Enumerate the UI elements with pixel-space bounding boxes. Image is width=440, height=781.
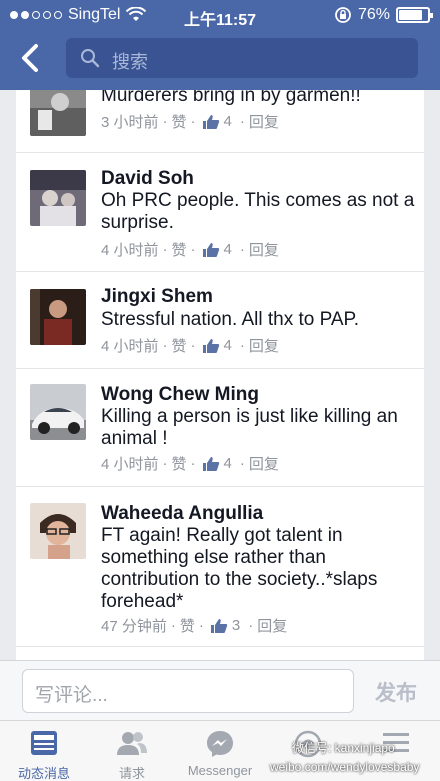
nav-bar: 搜索 bbox=[0, 30, 440, 90]
commenter-name[interactable]: Waheeda Angullia bbox=[101, 503, 263, 525]
comment-item: Wong Chew Ming Killing a person is just … bbox=[16, 369, 424, 487]
messenger-icon bbox=[207, 731, 233, 757]
comment-time: 4 小时前 bbox=[101, 338, 159, 355]
comment-time: 47 分钟前 bbox=[101, 618, 167, 635]
like-count: 3 bbox=[231, 617, 241, 634]
reply-button[interactable]: 回复 bbox=[257, 615, 287, 636]
header: SingTel 上午11:57 76% 搜索 bbox=[0, 0, 440, 90]
reply-button[interactable]: 回复 bbox=[249, 239, 279, 260]
tab-label: Messenger bbox=[187, 763, 253, 778]
comment-text: FT again! Really got talent in something… bbox=[101, 525, 378, 612]
comment-meta: 4 小时前 · 赞 · 4 · 回复 bbox=[101, 453, 279, 474]
search-icon bbox=[81, 49, 100, 68]
reply-button[interactable]: 回复 bbox=[249, 111, 279, 132]
commenter-name[interactable]: David Soh bbox=[101, 168, 194, 190]
tab-label: 动态消息 bbox=[17, 766, 70, 781]
thumbs-up-icon bbox=[202, 338, 219, 353]
news-feed-icon bbox=[31, 731, 57, 755]
like-button[interactable]: 赞 bbox=[172, 453, 187, 474]
post-button[interactable]: 发布 bbox=[375, 677, 417, 707]
comment-text: Stressful nation. All thx to PAP. bbox=[101, 309, 360, 330]
commenter-name[interactable]: Wong Chew Ming bbox=[101, 384, 259, 406]
comment-text: Killing a person is just like killing an… bbox=[101, 406, 398, 449]
comment-meta: 4 小时前 · 赞 · 4 · 回复 bbox=[101, 335, 279, 356]
avatar[interactable] bbox=[30, 90, 86, 136]
comment-item: Murderers bring in by garmen!! 3 小时前 · 赞… bbox=[16, 90, 424, 153]
avatar[interactable] bbox=[30, 503, 86, 559]
tab-label: 请求 bbox=[118, 766, 145, 781]
commenter-name[interactable]: Jingxi Shem bbox=[101, 286, 213, 308]
comment-meta: 3 小时前 · 赞 · 4 · 回复 bbox=[101, 111, 279, 132]
comment-text: Oh PRC people. This comes as not a surpr… bbox=[101, 190, 415, 233]
chevron-left-icon bbox=[22, 44, 38, 72]
comment-item: David Soh Oh PRC people. This comes as n… bbox=[16, 153, 424, 272]
avatar[interactable] bbox=[30, 289, 86, 345]
avatar[interactable] bbox=[30, 384, 86, 440]
like-count: 4 bbox=[223, 337, 232, 354]
comment-item: Jingxi Shem Stressful nation. All thx to… bbox=[16, 272, 424, 369]
comment-meta: 47 分钟前 · 赞 · 3 · 回复 bbox=[101, 615, 288, 636]
thumbs-up-icon bbox=[210, 618, 228, 633]
tab-messenger[interactable]: Messenger bbox=[176, 721, 264, 781]
thumbs-up-icon bbox=[202, 242, 219, 257]
avatar[interactable] bbox=[30, 170, 86, 226]
thumbs-up-icon bbox=[202, 114, 219, 129]
like-button[interactable]: 赞 bbox=[172, 335, 187, 356]
comment-item: Waheeda Angullia Waheeda Angullia FT aga… bbox=[16, 487, 424, 647]
like-count: 4 bbox=[223, 241, 232, 258]
comment-list: Murderers bring in by garmen!! 3 小时前 · 赞… bbox=[16, 90, 424, 660]
thumbs-up-icon bbox=[202, 456, 219, 471]
battery-percent: 76% bbox=[357, 6, 390, 23]
like-button[interactable]: 赞 bbox=[172, 111, 187, 132]
like-count: 4 bbox=[223, 455, 232, 472]
comment-time: 3 小时前 bbox=[101, 114, 159, 131]
rotation-lock-icon bbox=[335, 7, 351, 23]
watermark-text: 微信号: kanxinjiapo bbox=[292, 741, 395, 755]
tab-news-feed[interactable]: 动态消息 bbox=[0, 721, 88, 781]
battery-icon bbox=[396, 7, 433, 23]
comment-time: 4 小时前 bbox=[101, 456, 159, 473]
like-button[interactable]: 赞 bbox=[172, 239, 187, 260]
search-placeholder: 搜索 bbox=[112, 52, 148, 72]
like-button[interactable]: 赞 bbox=[180, 615, 195, 636]
comment-composer: 写评论... 发布 bbox=[0, 660, 440, 720]
comment-text: Murderers bring in by garmen!! bbox=[101, 90, 361, 106]
search-input[interactable]: 搜索 bbox=[66, 38, 418, 78]
tab-requests[interactable]: 请求 bbox=[88, 721, 176, 781]
reply-button[interactable]: 回复 bbox=[249, 453, 279, 474]
reply-button[interactable]: 回复 bbox=[249, 335, 279, 356]
comment-input[interactable]: 写评论... bbox=[22, 669, 354, 713]
friend-requests-icon bbox=[117, 732, 147, 755]
watermark-text: weibo.com/wendylovesbaby bbox=[270, 760, 420, 774]
comment-time: 4 小时前 bbox=[101, 242, 159, 259]
like-count: 4 bbox=[223, 113, 232, 130]
comment-meta: 4 小时前 · 赞 · 4 · 回复 bbox=[101, 239, 279, 260]
back-button[interactable] bbox=[14, 40, 50, 76]
status-bar: SingTel 上午11:57 76% bbox=[0, 0, 440, 30]
